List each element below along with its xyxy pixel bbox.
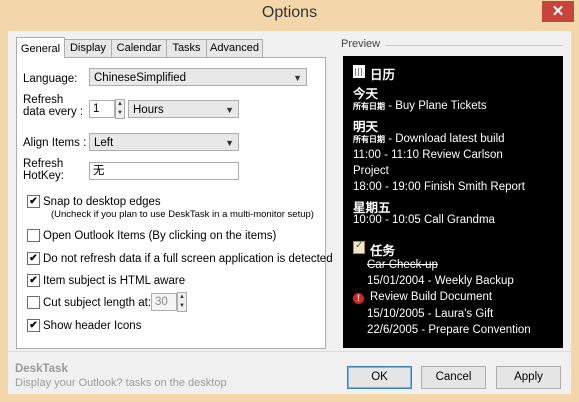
hotkey-input[interactable]: 无 bbox=[89, 162, 239, 180]
snap-checkbox[interactable]: ✔ bbox=[27, 195, 40, 208]
ok-button[interactable]: OK bbox=[347, 366, 412, 389]
align-label: Align Items : bbox=[23, 137, 87, 149]
app-description: Display your Outlook? tasks on the deskt… bbox=[15, 377, 227, 389]
hotkey-label-line2: HotKey: bbox=[23, 170, 64, 182]
close-button[interactable]: ✕ bbox=[542, 1, 574, 22]
all-day-tag: 所有日期 bbox=[353, 135, 385, 144]
tab-advanced[interactable]: Advanced bbox=[206, 39, 263, 57]
preview-divider bbox=[386, 45, 563, 46]
app-name: DeskTask bbox=[15, 363, 68, 375]
preview-item: 所有日期 - Buy Plane Tickets bbox=[353, 100, 487, 112]
preview-item-text: - Buy Plane Tickets bbox=[385, 100, 487, 112]
preview-item: 所有日期 - Download latest build bbox=[353, 133, 505, 145]
preview-label: Preview bbox=[341, 38, 381, 50]
refresh-interval-input[interactable]: 1 bbox=[89, 100, 115, 118]
snap-label: Snap to desktop edges bbox=[43, 196, 161, 208]
preview-item: 18:00 - 19:00 Finish Smith Report bbox=[353, 181, 525, 193]
refresh-interval-spinner[interactable]: ▲ ▼ bbox=[115, 99, 125, 119]
preview-pane: 日历 今天 所有日期 - Buy Plane Tickets 明天 所有日期 -… bbox=[343, 56, 563, 348]
task-item: Review Build Document bbox=[370, 291, 493, 303]
chevron-down-icon: ▼ bbox=[225, 138, 234, 148]
html-aware-checkbox[interactable]: ✔ bbox=[27, 274, 40, 287]
refresh-unit-select[interactable]: Hours ▼ bbox=[128, 100, 239, 118]
tab-tasks[interactable]: Tasks bbox=[166, 39, 207, 57]
refresh-label-line2: data every : bbox=[23, 106, 84, 118]
spin-down-icon[interactable]: ▼ bbox=[116, 109, 124, 118]
header-icons-checkbox[interactable]: ✔ bbox=[27, 319, 40, 332]
preview-item-text: - Download latest build bbox=[385, 133, 505, 145]
spin-up-icon[interactable]: ▲ bbox=[178, 293, 186, 302]
cut-subject-label: Cut subject length at: bbox=[43, 297, 152, 309]
chevron-down-icon: ▼ bbox=[293, 73, 302, 83]
tab-general[interactable]: General bbox=[16, 37, 65, 58]
chevron-down-icon: ▼ bbox=[225, 105, 234, 115]
calendar-header: 日历 bbox=[370, 68, 396, 82]
tab-calendar[interactable]: Calendar bbox=[111, 39, 167, 57]
snap-hint: (Uncheck if you plan to use DeskTask in … bbox=[51, 209, 314, 220]
cancel-button[interactable]: Cancel bbox=[421, 366, 486, 389]
tasks-header: 任务 bbox=[370, 244, 396, 258]
spin-up-icon[interactable]: ▲ bbox=[116, 100, 124, 109]
spin-down-icon[interactable]: ▼ bbox=[178, 302, 186, 311]
preview-item: 10:00 - 10:05 Call Grandma bbox=[353, 214, 495, 226]
all-day-tag: 所有日期 bbox=[353, 102, 385, 111]
align-select[interactable]: Left ▼ bbox=[89, 133, 239, 151]
cut-subject-input[interactable]: 30 bbox=[151, 293, 177, 311]
align-value: Left bbox=[94, 137, 114, 149]
open-outlook-label: Open Outlook Items (By clicking on the i… bbox=[43, 230, 277, 242]
title-bar: Options ✕ bbox=[0, 0, 579, 30]
task-item: 15/10/2005 - Laura's Gift bbox=[367, 308, 494, 320]
header-icons-label: Show header Icons bbox=[43, 320, 142, 332]
footer-divider bbox=[8, 351, 571, 352]
window-title: Options bbox=[261, 4, 318, 21]
dialog-client: General Display Calendar Tasks Advanced … bbox=[8, 31, 571, 394]
task-item: 15/01/2004 - Weekly Backup bbox=[367, 275, 514, 287]
language-select[interactable]: ChineseSimplified ▼ bbox=[89, 68, 307, 86]
html-aware-label: Item subject is HTML aware bbox=[43, 275, 186, 287]
task-icon bbox=[353, 240, 365, 254]
task-item: 22/6/2005 - Prepare Convention bbox=[367, 324, 531, 336]
calendar-icon bbox=[353, 65, 365, 78]
no-refresh-checkbox[interactable]: ✔ bbox=[27, 252, 40, 265]
task-item-completed: Car Check-up bbox=[367, 259, 438, 271]
cut-subject-spinner[interactable]: ▲ ▼ bbox=[177, 292, 187, 312]
refresh-unit-value: Hours bbox=[133, 104, 164, 116]
apply-button[interactable]: Apply bbox=[496, 366, 561, 389]
language-label: Language: bbox=[23, 73, 78, 85]
language-value: ChineseSimplified bbox=[94, 72, 187, 84]
preview-item-continued: Project bbox=[353, 165, 389, 177]
tab-display[interactable]: Display bbox=[64, 39, 112, 57]
preview-item: 11:00 - 11:10 Review Carlson bbox=[353, 149, 503, 161]
cut-subject-checkbox[interactable] bbox=[27, 296, 40, 309]
general-panel: Language: ChineseSimplified ▼ Refresh da… bbox=[16, 57, 333, 349]
high-priority-icon: ! bbox=[353, 293, 364, 304]
open-outlook-checkbox[interactable] bbox=[27, 229, 40, 242]
no-refresh-label: Do not refresh data if a full screen app… bbox=[43, 253, 333, 265]
